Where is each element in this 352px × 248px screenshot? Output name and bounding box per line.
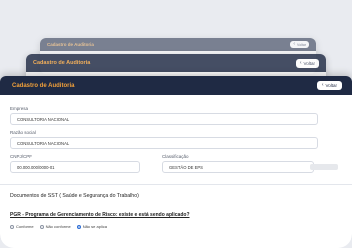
window-title: Cadastro de Auditoria [47, 42, 94, 47]
window-header: Cadastro de Auditoria ‹ Voltar [0, 76, 352, 95]
radio-label: Conforme [16, 224, 34, 229]
cnpj-group: CNPJ/CPF 00.000.000/0000-01 [10, 149, 140, 173]
classificacao-label: Classificação [162, 154, 189, 159]
section-title: Documentos de SST ( Saúde e Segurança do… [10, 193, 139, 199]
section-divider [0, 184, 352, 185]
back-button-label: Voltar [325, 83, 337, 88]
answer-radio-group: Conforme Não conforme Não se aplica [10, 224, 342, 229]
classificacao-group: Classificação GESTÃO DE EPS [162, 149, 314, 173]
question-pgr: PGR - Programa de Gerenciamento de Risco… [10, 212, 190, 218]
radio-label: Não se aplica [82, 224, 107, 229]
radio-nao-conforme[interactable]: Não conforme [39, 224, 71, 229]
cnpj-label: CNPJ/CPF [10, 154, 33, 159]
empresa-field[interactable]: CONSULTORIA NACIONAL [10, 113, 318, 125]
back-button[interactable]: ‹ Voltar [290, 41, 309, 48]
window-title: Cadastro de Auditoria [33, 60, 91, 66]
razao-social-field[interactable]: CONSULTORIA NACIONAL [10, 137, 318, 149]
cnpj-classificacao-row: CNPJ/CPF 00.000.000/0000-01 Classificaçã… [10, 149, 342, 173]
radio-conforme[interactable]: Conforme [10, 224, 34, 229]
back-button-label: Voltar [303, 60, 315, 66]
arrow-left-icon: ‹ [299, 59, 302, 66]
window-header: Cadastro de Auditoria ‹ Voltar [26, 54, 326, 72]
app-stage: Cadastro de Auditoria ‹ Voltar Cadastro … [0, 0, 352, 248]
back-button[interactable]: ‹ Voltar [316, 81, 342, 90]
placeholder-bar [310, 164, 338, 170]
window-title: Cadastro de Auditoria [12, 82, 75, 89]
radio-label: Não conforme [45, 224, 71, 229]
back-button-label: Voltar [297, 42, 306, 47]
classificacao-field[interactable]: GESTÃO DE EPS [162, 161, 314, 173]
radio-nao-se-aplica[interactable]: Não se aplica [76, 224, 107, 229]
audit-form-window: Cadastro de Auditoria ‹ Voltar Empresa C… [0, 76, 352, 248]
cnpj-field[interactable]: 00.000.000/0000-01 [10, 161, 140, 173]
arrow-left-icon: ‹ [293, 41, 296, 47]
radio-circle-icon [10, 224, 14, 229]
empresa-label: Empresa [10, 106, 29, 111]
radio-selected-icon [76, 224, 81, 229]
arrow-left-icon: ‹ [321, 82, 324, 88]
window-header: Cadastro de Auditoria ‹ Voltar [40, 38, 316, 51]
razao-social-label: Razão social [10, 130, 36, 135]
back-button[interactable]: ‹ Voltar [295, 58, 319, 68]
form-content: Empresa CONSULTORIA NACIONAL Razão socia… [0, 95, 352, 229]
radio-circle-icon [39, 224, 44, 229]
